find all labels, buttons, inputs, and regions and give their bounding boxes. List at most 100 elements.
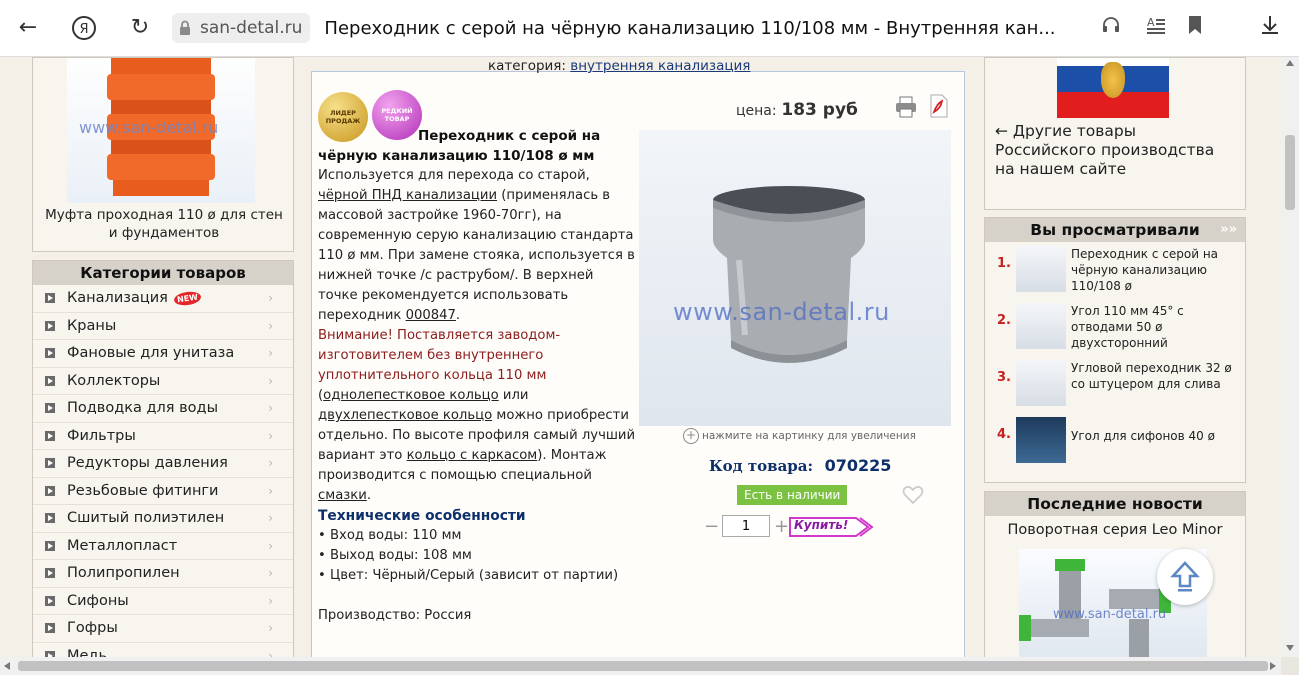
viewed-item-thumbnail[interactable] xyxy=(1016,417,1066,463)
category-label[interactable]: Канализация xyxy=(67,290,168,306)
viewed-item-title[interactable]: Угол 110 мм 45° с отводами 50 ø двухстор… xyxy=(1071,303,1241,351)
reader-mode-icon[interactable]: A xyxy=(1142,14,1170,42)
category-item[interactable]: Коллекторы › xyxy=(33,368,293,395)
category-label[interactable]: Фильтры xyxy=(67,428,136,444)
product-code-label: Код товара: xyxy=(709,457,814,475)
category-label[interactable]: Фановые для унитаза xyxy=(67,345,234,361)
category-item[interactable]: Сшитый полиэтилен › xyxy=(33,505,293,533)
decrement-button[interactable]: − xyxy=(704,516,719,537)
headphones-icon[interactable] xyxy=(1097,14,1125,42)
viewed-item-thumbnail[interactable] xyxy=(1016,246,1066,292)
bookmark-icon[interactable] xyxy=(1181,14,1209,42)
scroll-up-arrow-icon[interactable] xyxy=(1286,60,1294,66)
viewed-item[interactable]: 2. Угол 110 мм 45° с отводами 50 ø двухст… xyxy=(985,299,1245,356)
viewed-item-title[interactable]: Угловой переходник 32 ø со штуцером для … xyxy=(1071,360,1241,392)
breadcrumb-category-link[interactable]: внутренняя канализация xyxy=(570,58,750,74)
chevron-right-icon: › xyxy=(268,648,273,657)
category-label[interactable]: Полипропилен xyxy=(67,565,180,581)
category-label[interactable]: Резьбовые фитинги xyxy=(67,483,218,499)
category-item[interactable]: Редукторы давления › xyxy=(33,450,293,478)
viewed-item-thumbnail[interactable] xyxy=(1016,360,1066,406)
spec-item: • Вход воды: 110 мм xyxy=(318,528,462,543)
black-pnd-link[interactable]: чёрной ПНД канализации xyxy=(318,188,497,203)
lubricant-link[interactable]: смазки xyxy=(318,488,367,503)
print-icon[interactable] xyxy=(894,96,918,122)
category-item[interactable]: Гофры › xyxy=(33,615,293,643)
bullet-arrow-icon xyxy=(45,320,55,331)
product-image[interactable]: www.san-detal.ru xyxy=(639,130,951,426)
buy-button-label[interactable]: Купить! xyxy=(794,518,848,532)
news-item-title[interactable]: Поворотная серия Leo Minor xyxy=(985,522,1245,538)
country-panel[interactable]: ← Другие товары Российского производства… xyxy=(984,57,1246,210)
scroll-left-arrow-icon[interactable] xyxy=(4,662,10,670)
browser-toolbar: ← Я ↻ san-detal.ru Переходник с серой на… xyxy=(0,0,1299,57)
vertical-scrollbar[interactable] xyxy=(1281,57,1299,657)
category-item[interactable]: Краны › xyxy=(33,313,293,340)
category-item[interactable]: Металлопласт › xyxy=(33,533,293,560)
category-item[interactable]: Фильтры › xyxy=(33,423,293,450)
category-item[interactable]: Резьбовые фитинги › xyxy=(33,478,293,505)
download-icon[interactable] xyxy=(1256,14,1284,42)
page-title: Переходник с серой на чёрную канализацию… xyxy=(324,17,1056,39)
related-product-card[interactable]: www.san-detal.ru Муфта проходная 110 ø д… xyxy=(32,57,294,252)
horizontal-scroll-thumb[interactable] xyxy=(18,661,1268,671)
bullet-arrow-icon xyxy=(45,595,55,606)
adapter-000847-link[interactable]: 000847 xyxy=(406,308,456,323)
category-item[interactable]: Полипропилен › xyxy=(33,560,293,588)
availability-badge: Есть в наличии xyxy=(737,485,848,505)
category-label[interactable]: Сшитый полиэтилен xyxy=(67,510,224,526)
more-arrows-icon[interactable]: »» xyxy=(1220,218,1237,242)
vertical-scroll-thumb[interactable] xyxy=(1285,135,1295,210)
viewed-item-title[interactable]: Переходник с серой на чёрную канализацию… xyxy=(1071,246,1241,294)
category-item[interactable]: Медь › xyxy=(33,643,293,657)
price-value: 183 руб xyxy=(781,100,858,120)
product-description-text: Используется для перехода со старой, чёр… xyxy=(318,168,635,323)
other-goods-link[interactable]: ← Другие товары Российского производства… xyxy=(995,122,1225,179)
favorite-heart-icon[interactable] xyxy=(902,485,924,509)
double-lip-ring-link[interactable]: двухлепестковое кольцо xyxy=(318,408,492,423)
related-product-caption[interactable]: Муфта проходная 110 ø для стен и фундаме… xyxy=(41,206,287,242)
category-item[interactable]: Сифоны › xyxy=(33,588,293,615)
category-label[interactable]: Сифоны xyxy=(67,593,129,609)
reload-icon[interactable]: ↻ xyxy=(126,14,154,42)
scroll-to-top-button[interactable] xyxy=(1157,549,1213,605)
category-label[interactable]: Краны xyxy=(67,318,116,334)
address-bar[interactable]: san-detal.ru Переходник с серой на чёрну… xyxy=(172,12,1056,44)
buy-button[interactable]: Купить! xyxy=(788,515,878,539)
increment-button[interactable]: + xyxy=(774,516,789,537)
product-description-more: (однолепестковое кольцо или двухлепестко… xyxy=(318,388,636,503)
quantity-input[interactable] xyxy=(722,515,770,537)
related-product-image[interactable]: www.san-detal.ru xyxy=(67,58,255,203)
viewed-item[interactable]: 3. Угловой переходник 32 ø со штуцером дл… xyxy=(985,356,1245,413)
scroll-right-arrow-icon[interactable] xyxy=(1270,662,1276,670)
single-lip-ring-link[interactable]: однолепестковое кольцо xyxy=(323,388,499,403)
svg-text:A: A xyxy=(1147,16,1155,29)
breadcrumb-label: категория: xyxy=(488,58,566,74)
viewed-item-title[interactable]: Угол для сифонов 40 ø xyxy=(1071,428,1241,444)
frame-ring-link[interactable]: кольцо с каркасом xyxy=(407,448,538,463)
product-warning: Внимание! Поставляется заводом-изготовит… xyxy=(318,328,561,383)
category-label[interactable]: Редукторы давления xyxy=(67,455,228,471)
yandex-icon[interactable]: Я xyxy=(70,14,98,42)
category-label[interactable]: Подводка для воды xyxy=(67,400,218,416)
back-icon[interactable]: ← xyxy=(14,14,42,42)
zoom-hint[interactable]: + нажмите на картинку для увеличения xyxy=(683,428,916,444)
category-label[interactable]: Металлопласт xyxy=(67,538,177,554)
category-label[interactable]: Коллекторы xyxy=(67,373,160,389)
viewed-item-number: 4. xyxy=(997,427,1011,442)
bullet-arrow-icon xyxy=(45,623,55,634)
bullet-arrow-icon xyxy=(45,458,55,469)
viewed-item[interactable]: 1. Переходник с серой на чёрную канализац… xyxy=(985,242,1245,299)
bullet-arrow-icon xyxy=(45,348,55,359)
pdf-icon[interactable] xyxy=(928,94,950,122)
horizontal-scrollbar[interactable] xyxy=(0,657,1281,675)
address-domain[interactable]: san-detal.ru xyxy=(198,13,311,43)
category-label[interactable]: Гофры xyxy=(67,620,118,636)
viewed-item[interactable]: 4. Угол для сифонов 40 ø xyxy=(985,413,1245,470)
viewed-item-thumbnail[interactable] xyxy=(1016,303,1066,349)
category-item[interactable]: Фановые для унитаза › xyxy=(33,340,293,368)
scroll-down-arrow-icon[interactable] xyxy=(1286,645,1294,651)
category-item[interactable]: Канализация NEW › xyxy=(33,285,293,313)
category-label[interactable]: Медь xyxy=(67,648,107,657)
category-item[interactable]: Подводка для воды › xyxy=(33,395,293,423)
